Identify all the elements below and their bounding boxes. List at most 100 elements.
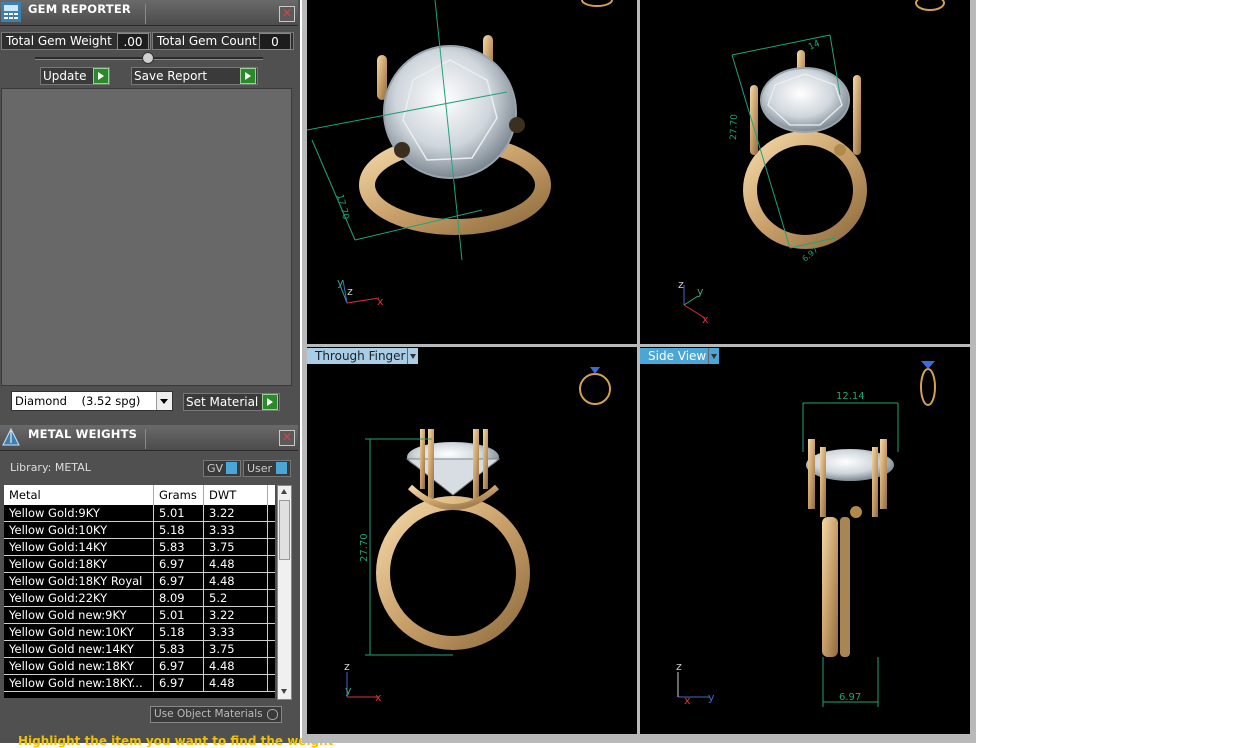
ring-render-perspective-left: 17.70 x y z [307, 0, 613, 308]
hint-text: Highlight the item you want to find the … [18, 734, 334, 748]
view-selector-side-view[interactable]: Side View [640, 348, 708, 364]
table-row[interactable]: Yellow Gold:9KY 5.01 3.22 [4, 505, 275, 522]
table-row[interactable]: Yellow Gold new:9KY 5.01 3.22 [4, 606, 275, 624]
table-body: Yellow Gold:9KY 5.01 3.22 Yellow Gold:10KY 5… [4, 505, 275, 692]
filler-cell [267, 606, 275, 624]
metal-weights-table: Metal Grams DWT Yellow Gold:9KY 5.01 3.22 Y… [4, 485, 275, 698]
go-arrow-icon [93, 68, 109, 84]
grams-cell: 5.18 [153, 521, 204, 539]
set-material-button-label: Set Material [186, 395, 259, 409]
filler-cell [267, 505, 275, 522]
axis-z-label: z [678, 278, 684, 291]
axis-z-label: z [344, 660, 350, 673]
viewport-through-finger[interactable]: 27.70 x y z [307, 347, 637, 734]
view-selector-through-finger[interactable]: Through Finger [307, 348, 415, 364]
metal-cell: Yellow Gold:18KY Royal [4, 572, 154, 590]
side-width-top-dim-label: 12.14 [836, 391, 865, 402]
scroll-up-icon[interactable] [281, 489, 287, 494]
column-header-grams[interactable]: Grams [153, 485, 204, 505]
metal-cell: Yellow Gold new:18KY... [4, 674, 154, 692]
filler-cell [267, 640, 275, 658]
gv-toggle[interactable]: GV [203, 460, 241, 477]
table-row[interactable]: Yellow Gold new:18KY... 6.97 4.48 [4, 674, 275, 692]
title-divider [145, 429, 146, 449]
dwt-cell: 3.22 [203, 606, 268, 624]
metal-cell: Yellow Gold:14KY [4, 538, 154, 556]
table-row[interactable]: Yellow Gold new:14KY 5.83 3.75 [4, 640, 275, 658]
column-header-dwt[interactable]: DWT [203, 485, 268, 505]
scroll-thumb[interactable] [279, 500, 290, 560]
filler-cell [267, 555, 275, 573]
close-icon[interactable]: ✕ [279, 6, 295, 22]
axis-x-label: x [702, 313, 709, 326]
metal-cell: Yellow Gold:22KY [4, 589, 154, 607]
grams-cell: 6.97 [153, 555, 204, 573]
table-row[interactable]: Yellow Gold new:18KY 6.97 4.48 [4, 657, 275, 675]
axis-x-label: x [375, 691, 382, 704]
total-gem-weight-label: Total Gem Weight [6, 34, 112, 48]
ring-render-side: 12.14 6.97 y x z [676, 361, 936, 707]
dwt-cell: 3.33 [203, 623, 268, 641]
metal-cell: Yellow Gold new:14KY [4, 640, 154, 658]
dwt-cell: 4.48 [203, 674, 268, 692]
filler-cell [267, 521, 275, 539]
viewport-perspective-left[interactable]: 17.70 x y z [307, 0, 637, 344]
material-select[interactable]: Diamond (3.52 spg) [11, 391, 173, 411]
use-object-materials-toggle[interactable]: Use Object Materials [150, 706, 282, 723]
title-divider [145, 4, 146, 24]
axis-y-label: y [337, 276, 344, 289]
dim-label: 27.70 [729, 114, 740, 140]
column-header-metal[interactable]: Metal [4, 485, 154, 505]
dwt-cell: 3.22 [203, 505, 268, 522]
size-slider-handle[interactable] [142, 52, 154, 64]
filler-cell [267, 572, 275, 590]
viewport-perspective-right[interactable]: 14 27.70 6.97 x y z [640, 0, 970, 344]
metal-weights-titlebar: METAL WEIGHTS ✕ [0, 425, 298, 451]
dwt-cell: 3.75 [203, 538, 268, 556]
table-row[interactable]: Yellow Gold new:10KY 5.18 3.33 [4, 623, 275, 641]
filler-cell [267, 623, 275, 641]
metal-cell: Yellow Gold new:9KY [4, 606, 154, 624]
table-row[interactable]: Yellow Gold:22KY 8.09 5.2 [4, 589, 275, 607]
filler-cell [267, 589, 275, 607]
toggle-indicator [276, 462, 287, 474]
gem-list[interactable] [1, 88, 292, 386]
table-row[interactable]: Yellow Gold:10KY 5.18 3.33 [4, 521, 275, 539]
gem-reporter-icon [1, 2, 21, 22]
table-row[interactable]: Yellow Gold:18KY Royal 6.97 4.48 [4, 572, 275, 590]
view-label: Through Finger [315, 349, 406, 363]
dim-label: 17.70 [334, 193, 350, 221]
gv-toggle-label: GV [207, 462, 224, 475]
viewport-side-view[interactable]: 12.14 6.97 y x z [640, 347, 970, 734]
table-scrollbar[interactable] [277, 485, 292, 700]
user-toggle[interactable]: User [243, 460, 291, 477]
table-row[interactable]: Yellow Gold:14KY 5.83 3.75 [4, 538, 275, 556]
total-gem-count-field: Total Gem Count 0 [152, 32, 294, 50]
go-arrow-icon [262, 394, 278, 410]
axis-z-label: z [676, 660, 682, 673]
save-report-button[interactable]: Save Report [131, 67, 258, 85]
scale-icon [2, 427, 20, 446]
metal-cell: Yellow Gold:9KY [4, 505, 154, 522]
chevron-down-icon[interactable] [708, 348, 719, 364]
total-gem-count-label: Total Gem Count [157, 34, 257, 48]
chevron-down-icon[interactable] [407, 348, 418, 364]
metal-cell: Yellow Gold:18KY [4, 555, 154, 573]
scroll-down-icon[interactable] [281, 689, 287, 694]
grams-cell: 8.09 [153, 589, 204, 607]
update-button[interactable]: Update [40, 67, 110, 85]
axis-y-label: y [345, 684, 352, 697]
table-row[interactable]: Yellow Gold:18KY 6.97 4.48 [4, 555, 275, 573]
dwt-cell: 4.48 [203, 572, 268, 590]
total-gem-weight-value: .00 [117, 33, 149, 50]
dwt-cell: 4.48 [203, 657, 268, 675]
go-arrow-icon [240, 68, 256, 84]
grams-cell: 6.97 [153, 674, 204, 692]
set-material-button[interactable]: Set Material [183, 393, 280, 411]
metal-cell: Yellow Gold new:10KY [4, 623, 154, 641]
material-select-value: Diamond (3.52 spg) [15, 394, 141, 408]
axis-y-label: y [697, 285, 704, 298]
update-button-label: Update [43, 69, 87, 83]
chevron-down-icon[interactable] [156, 392, 172, 410]
close-icon[interactable]: ✕ [279, 430, 295, 446]
